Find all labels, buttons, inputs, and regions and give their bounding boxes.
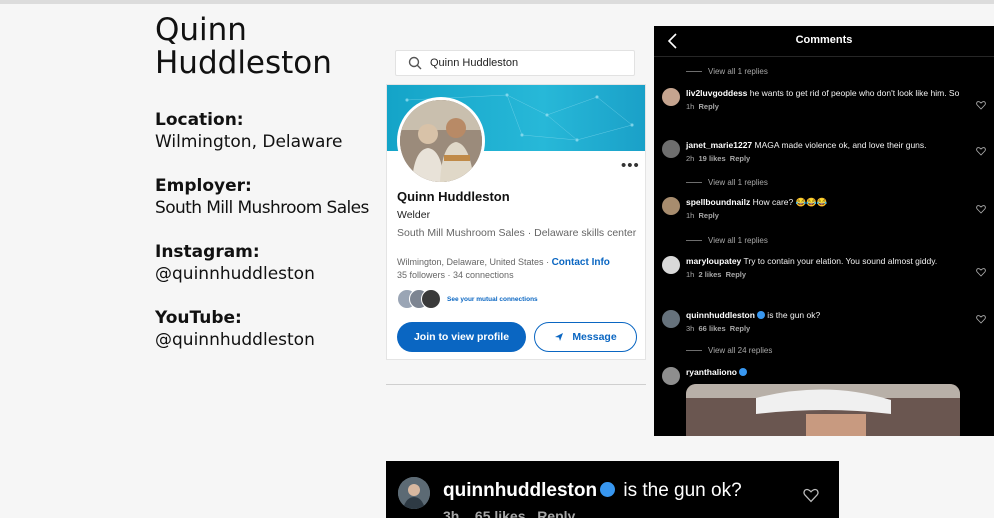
reply-link[interactable]: Reply <box>699 211 719 220</box>
view-replies-link[interactable]: View all 24 replies <box>686 346 772 355</box>
reply-link[interactable]: Reply <box>730 154 750 163</box>
verified-badge-icon <box>600 482 616 497</box>
comment-username[interactable]: spellboundnailz <box>686 197 750 207</box>
linkedin-connections: 35 followers · 34 connections <box>397 270 514 280</box>
comment-username[interactable]: ryanthaliono <box>686 367 737 377</box>
linkedin-profile-card: ••• Quinn Huddleston Welder South Mill M… <box>386 84 646 360</box>
location-label: Location: <box>155 110 244 130</box>
comment-text: is the gun ok? <box>764 310 821 320</box>
comment-text: is the gun ok? <box>618 480 742 501</box>
view-replies-link[interactable]: View all 1 replies <box>686 178 768 187</box>
like-heart-icon[interactable] <box>976 146 986 156</box>
photo-image-icon <box>686 384 960 436</box>
linkedin-search-bar[interactable]: Quinn Huddleston <box>395 50 635 76</box>
mutual-connections-link[interactable]: See your mutual connections <box>447 296 538 303</box>
view-replies-link[interactable]: View all 1 replies <box>686 67 768 76</box>
commenter-avatar[interactable] <box>662 256 680 274</box>
send-icon <box>555 333 564 341</box>
like-heart-icon[interactable] <box>976 314 986 324</box>
comment-item: maryloupatey Try to contain your elation… <box>662 256 990 294</box>
like-heart-icon[interactable] <box>976 204 986 214</box>
employer-label: Employer: <box>155 176 252 196</box>
instagram-label: Instagram: <box>155 242 260 262</box>
youtube-label: YouTube: <box>155 308 242 328</box>
comments-header: Comments <box>654 26 994 57</box>
comment-username[interactable]: quinnhuddleston <box>686 310 755 320</box>
comment-username[interactable]: janet_marie1227 <box>686 140 752 150</box>
search-icon <box>408 56 422 70</box>
comment-item: liv2luvgoddess he wants to get rid of pe… <box>662 88 990 124</box>
reply-link[interactable]: Reply <box>730 324 750 333</box>
commenter-avatar[interactable] <box>662 310 680 328</box>
linkedin-location: Wilmington, Delaware, United States · <box>397 257 550 267</box>
commenter-avatar[interactable] <box>662 140 680 158</box>
top-border <box>0 0 994 4</box>
linkedin-title: Welder <box>397 209 431 221</box>
more-options-icon[interactable]: ••• <box>621 157 640 174</box>
instagram-value: @quinnhuddleston <box>155 264 315 284</box>
comment-text: How care? 😂😂😂 <box>750 197 828 207</box>
profile-summary: Quinn Huddleston Location: Wilmington, D… <box>155 14 385 373</box>
comment-text: MAGA made violence ok, and love their gu… <box>752 140 927 150</box>
zoomed-comment-meta: 3h 65 likes Reply <box>443 508 575 518</box>
verified-badge-icon <box>756 311 765 319</box>
search-query: Quinn Huddleston <box>430 57 519 69</box>
zoomed-comment-text-row: quinnhuddleston is the gun ok? <box>443 480 742 502</box>
join-to-view-button[interactable]: Join to view profile <box>397 322 526 352</box>
comment-item: janet_marie1227 MAGA made violence ok, a… <box>662 140 990 168</box>
comment-item: quinnhuddleston is the gun ok? 3h 66 lik… <box>662 310 990 338</box>
comment-username[interactable]: quinnhuddleston <box>443 480 597 501</box>
profile-avatar[interactable] <box>397 97 485 185</box>
contact-info-link[interactable]: Contact Info <box>552 257 610 268</box>
comment-photo[interactable] <box>686 384 960 436</box>
reply-link[interactable]: Reply <box>537 508 575 518</box>
comment-text: Try to contain your elation. You sound a… <box>741 256 938 266</box>
message-button-label: Message <box>572 331 617 343</box>
linkedin-company: South Mill Mushroom Sales · Delaware ski… <box>397 227 637 239</box>
employer-value: South Mill Mushroom Sales <box>155 198 369 218</box>
avatar-photo-icon <box>400 100 482 182</box>
linkedin-location-row: Wilmington, Delaware, United States · Co… <box>397 257 645 268</box>
commenter-avatar[interactable] <box>662 88 680 106</box>
comment-username[interactable]: maryloupatey <box>686 256 741 266</box>
divider <box>386 384 646 385</box>
linkedin-name: Quinn Huddleston <box>397 189 510 204</box>
commenter-avatar[interactable] <box>662 197 680 215</box>
reply-link[interactable]: Reply <box>726 270 746 279</box>
comment-item: spellboundnailz How care? 😂😂😂 1h Reply <box>662 197 990 225</box>
view-replies-link[interactable]: View all 1 replies <box>686 236 768 245</box>
message-button[interactable]: Message <box>534 322 637 352</box>
like-heart-icon[interactable] <box>976 267 986 277</box>
commenter-avatar[interactable] <box>398 477 430 509</box>
commenter-avatar[interactable] <box>662 367 680 385</box>
comments-title: Comments <box>795 34 853 46</box>
youtube-value: @quinnhuddleston <box>155 330 315 350</box>
like-heart-icon[interactable] <box>803 487 819 503</box>
location-value: Wilmington, Delaware <box>155 132 343 152</box>
avatar-photo-icon <box>398 477 430 509</box>
zoomed-comment: quinnhuddleston is the gun ok? 3h 65 lik… <box>386 461 839 518</box>
verified-badge-icon <box>739 368 748 376</box>
profile-name: Quinn Huddleston <box>155 12 332 81</box>
comment-username[interactable]: liv2luvgoddess <box>686 88 747 98</box>
like-heart-icon[interactable] <box>976 100 986 110</box>
comment-text: he wants to get rid of people who don't … <box>747 88 960 98</box>
instagram-comments-panel: Comments View all 1 replies liv2luvgodde… <box>654 26 994 436</box>
reply-link[interactable]: Reply <box>699 102 719 111</box>
mutual-avatar <box>421 289 441 309</box>
mutual-connections[interactable]: See your mutual connections <box>397 289 538 309</box>
